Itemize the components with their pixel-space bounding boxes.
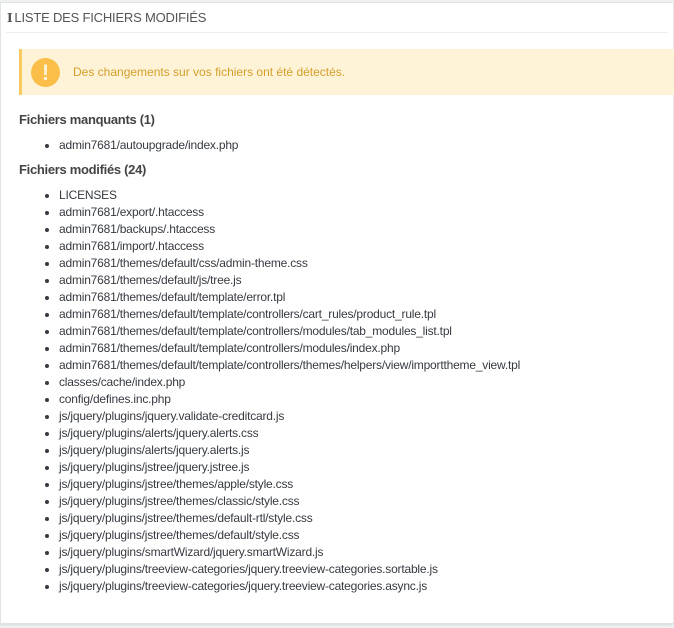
- file-list-item: admin7681/themes/default/css/admin-theme…: [59, 255, 520, 272]
- file-list-item: admin7681/export/.htaccess: [59, 204, 520, 221]
- panel-title: LISTE DES FICHIERS MODIFIÉS: [14, 10, 207, 25]
- file-list-item: js/jquery/plugins/alerts/jquery.alerts.c…: [59, 425, 520, 442]
- modified-files-heading: Fichiers modifiés (24): [19, 162, 147, 177]
- warning-alert: ! Des changements sur vos fichiers ont é…: [19, 49, 674, 95]
- file-list-item: js/jquery/plugins/jstree/themes/default/…: [59, 527, 520, 544]
- file-list-item: js/jquery/plugins/alerts/jquery.alerts.j…: [59, 442, 520, 459]
- file-list-item: js/jquery/plugins/smartWizard/jquery.sma…: [59, 544, 520, 561]
- file-list-item: admin7681/themes/default/template/contro…: [59, 357, 520, 374]
- file-list-item: js/jquery/plugins/jquery.validate-credit…: [59, 408, 520, 425]
- file-list-item: admin7681/themes/default/js/tree.js: [59, 272, 520, 289]
- file-list-item: classes/cache/index.php: [59, 374, 520, 391]
- missing-files-list: admin7681/autoupgrade/index.php: [41, 137, 238, 154]
- file-list-item: js/jquery/plugins/treeview-categories/jq…: [59, 561, 520, 578]
- missing-files-heading: Fichiers manquants (1): [19, 112, 155, 127]
- file-list-item: admin7681/autoupgrade/index.php: [59, 137, 238, 154]
- file-list-item: admin7681/themes/default/template/contro…: [59, 323, 520, 340]
- file-list-item: admin7681/import/.htaccess: [59, 238, 520, 255]
- file-list-item: js/jquery/plugins/jstree/themes/default-…: [59, 510, 520, 527]
- info-icon: i: [7, 11, 13, 25]
- file-list-item: js/jquery/plugins/jstree/themes/apple/st…: [59, 476, 520, 493]
- file-list-item: LICENSES: [59, 187, 520, 204]
- file-list-item: admin7681/themes/default/template/contro…: [59, 306, 520, 323]
- panel-heading: i LISTE DES FICHIERS MODIFIÉS: [6, 3, 668, 33]
- file-list-item: admin7681/backups/.htaccess: [59, 221, 520, 238]
- changed-files-panel: i LISTE DES FICHIERS MODIFIÉS ! Des chang…: [0, 2, 674, 624]
- file-list-item: js/jquery/plugins/jstree/themes/classic/…: [59, 493, 520, 510]
- file-list-item: admin7681/themes/default/template/error.…: [59, 289, 520, 306]
- modified-files-list: LICENSESadmin7681/export/.htaccessadmin7…: [41, 187, 520, 595]
- file-list-item: js/jquery/plugins/treeview-categories/jq…: [59, 578, 520, 595]
- file-list-item: js/jquery/plugins/jstree/jquery.jstree.j…: [59, 459, 520, 476]
- exclamation-icon: !: [31, 58, 60, 87]
- alert-message: Des changements sur vos fichiers ont été…: [73, 65, 346, 79]
- file-list-item: config/defines.inc.php: [59, 391, 520, 408]
- file-list-item: admin7681/themes/default/template/contro…: [59, 340, 520, 357]
